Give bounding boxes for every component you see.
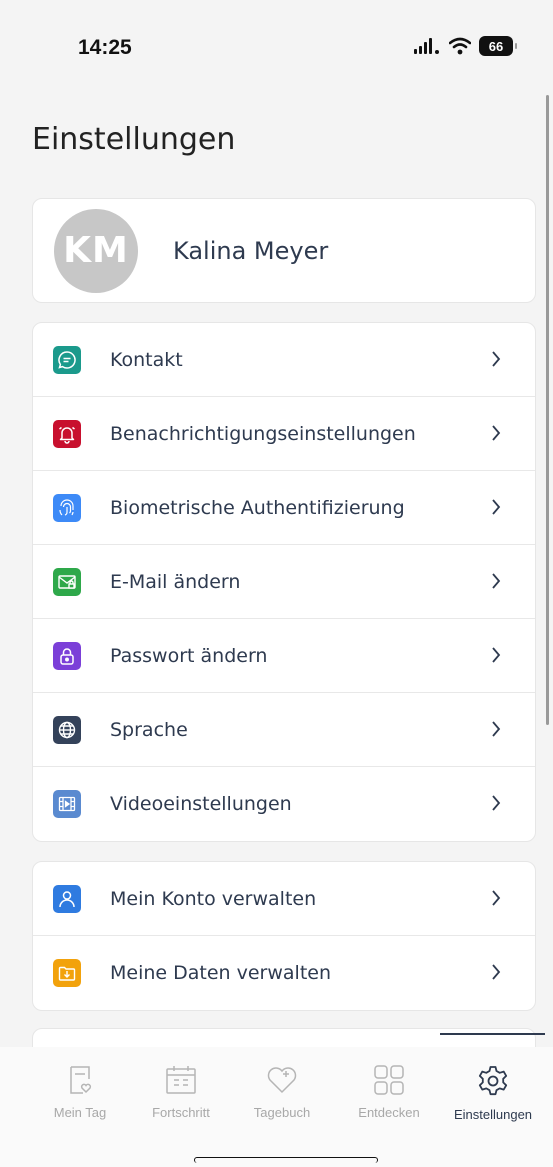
chevron-right-icon — [492, 721, 501, 737]
chevron-right-icon — [492, 795, 501, 811]
settings-item-email[interactable]: E-Mail ändern — [33, 545, 535, 619]
avatar: KM — [54, 208, 138, 293]
settings-item-notifications[interactable]: Benachrichtigungseinstellungen — [33, 397, 535, 471]
divider — [440, 1033, 545, 1035]
nav-label: Mein Tag — [53, 1105, 107, 1120]
profile-name: Kalina Meyer — [173, 236, 329, 265]
page-title: Einstellungen — [32, 122, 236, 157]
chevron-right-icon — [492, 573, 501, 589]
battery-icon: 66 — [479, 36, 517, 56]
nav-item-fortschritt[interactable]: Fortschritt — [131, 1065, 231, 1120]
calendar-icon — [166, 1066, 196, 1094]
nav-label: Einstellungen — [453, 1107, 533, 1122]
page-heart-icon — [70, 1066, 92, 1094]
nav-label: Entdecken — [358, 1105, 420, 1120]
settings-item-label: Benachrichtigungseinstellungen — [110, 422, 416, 445]
chevron-right-icon — [492, 964, 501, 980]
nav-label: Tagebuch — [253, 1105, 311, 1120]
folder-download-icon — [53, 959, 81, 987]
wifi-icon — [449, 37, 471, 55]
status-time: 14:25 — [78, 36, 132, 59]
home-indicator[interactable] — [194, 1157, 378, 1163]
status-bar: 14:25 66 — [0, 0, 553, 90]
film-icon — [53, 790, 81, 818]
chevron-right-icon — [492, 890, 501, 906]
settings-item-manage-account[interactable]: Mein Konto verwalten — [33, 862, 535, 936]
settings-item-password[interactable]: Passwort ändern — [33, 619, 535, 693]
status-icons: 66 — [413, 36, 517, 56]
signal-icon — [414, 38, 439, 54]
settings-item-label: Biometrische Authentifizierung — [110, 496, 405, 519]
settings-item-label: Sprache — [110, 718, 188, 741]
gear-icon — [478, 1066, 508, 1096]
grid-icon — [374, 1065, 404, 1095]
settings-group-account: Mein Konto verwalten Meine Daten verwalt… — [32, 861, 536, 1011]
chevron-right-icon — [492, 351, 501, 367]
lock-icon — [53, 641, 81, 670]
settings-item-label: E-Mail ändern — [110, 570, 241, 593]
nav-label: Fortschritt — [152, 1105, 210, 1120]
scrollbar[interactable] — [546, 95, 549, 725]
settings-item-label: Mein Konto verwalten — [110, 887, 317, 910]
settings-item-manage-data[interactable]: Meine Daten verwalten — [33, 936, 535, 1010]
settings-item-label: Kontakt — [110, 348, 183, 371]
profile-card[interactable]: KM Kalina Meyer — [32, 198, 536, 303]
chevron-right-icon — [492, 499, 501, 515]
nav-item-entdecken[interactable]: Entdecken — [339, 1065, 439, 1120]
settings-item-label: Passwort ändern — [110, 644, 268, 667]
settings-group-general: Kontakt Benachrichtigungseinstellungen B… — [32, 322, 536, 842]
settings-item-contact[interactable]: Kontakt — [33, 323, 535, 397]
chevron-right-icon — [492, 647, 501, 663]
mail-lock-icon — [53, 567, 81, 596]
nav-item-einstellungen[interactable]: Einstellungen — [443, 1065, 543, 1122]
bottom-nav: Mein Tag Fortschritt Tagebuch Entdecken … — [0, 1047, 553, 1167]
chat-icon — [53, 345, 81, 374]
heart-plus-icon — [267, 1067, 297, 1094]
user-icon — [53, 884, 81, 913]
nav-item-tagebuch[interactable]: Tagebuch — [232, 1065, 332, 1120]
chevron-right-icon — [492, 425, 501, 441]
settings-item-label: Videoeinstellungen — [110, 793, 292, 815]
settings-item-biometric[interactable]: Biometrische Authentifizierung — [33, 471, 535, 545]
globe-icon — [53, 715, 81, 744]
settings-item-language[interactable]: Sprache — [33, 693, 535, 767]
fingerprint-icon — [53, 493, 81, 522]
settings-item-label: Meine Daten verwalten — [110, 962, 332, 984]
nav-item-mein-tag[interactable]: Mein Tag — [30, 1065, 130, 1120]
settings-item-video[interactable]: Videoeinstellungen — [33, 767, 535, 841]
bell-icon — [53, 419, 81, 448]
